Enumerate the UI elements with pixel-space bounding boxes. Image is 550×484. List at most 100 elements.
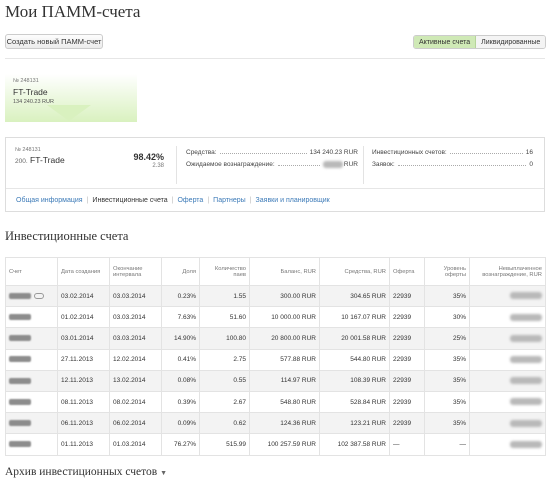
cell-created: 27.11.2013 xyxy=(57,348,110,371)
cell-end: 06.02.2014 xyxy=(109,412,162,435)
col-account[interactable]: Счет xyxy=(5,257,58,286)
cell-units: 100.80 xyxy=(199,327,250,350)
blurred-reward xyxy=(510,398,542,406)
table-row[interactable]: 06.11.2013 06.02.2014 0.09% 0.62 124.36 … xyxy=(5,412,546,435)
blurred-reward xyxy=(510,377,542,385)
dotted-leader xyxy=(397,165,527,166)
page-title: Мои ПАММ-счета xyxy=(5,2,141,21)
col-unpaid-reward[interactable]: Невыплаченное вознаграждение, RUR xyxy=(469,257,546,286)
link-icon xyxy=(34,292,44,299)
col-created[interactable]: Дата создания xyxy=(57,257,110,286)
cell-share: 0.09% xyxy=(161,412,200,435)
cell-share: 14.90% xyxy=(161,327,200,350)
blurred-account-name xyxy=(9,377,31,384)
blurred-account-name xyxy=(9,314,31,321)
cell-offer: — xyxy=(389,433,425,456)
cell-offer-level: 35% xyxy=(424,284,470,308)
cell-funds: 528.84 RUR xyxy=(319,390,390,414)
cell-funds: 108.39 RUR xyxy=(319,369,390,392)
cell-end: 08.02.2014 xyxy=(109,390,162,414)
cell-offer-level: 35% xyxy=(424,390,470,414)
create-pamm-button[interactable]: Создать новый ПАММ-счет xyxy=(5,34,103,49)
cell-created: 03.02.2014 xyxy=(57,284,110,308)
table-row[interactable]: 03.01.2014 03.03.2014 14.90% 100.80 20 8… xyxy=(5,327,546,350)
table-row[interactable]: 03.02.2014 03.03.2014 0.23% 1.55 300.00 … xyxy=(5,284,546,308)
blurred-account-name xyxy=(9,356,31,363)
investment-accounts-label: Инвестиционных счетов: xyxy=(372,149,447,156)
panel-separator xyxy=(363,146,364,184)
panel-account-number: № 248131 xyxy=(15,147,41,153)
blurred-account-name xyxy=(9,398,31,405)
tab-investment-accounts[interactable]: Инвестиционные счета xyxy=(92,197,167,204)
cell-funds: 544.80 RUR xyxy=(319,348,390,371)
panel-sub-value: 2.38 xyxy=(152,163,164,169)
table-row[interactable]: 08.11.2013 08.02.2014 0.39% 2.67 548.80 … xyxy=(5,390,546,414)
table-row[interactable]: 12.11.2013 13.02.2014 0.08% 0.55 114.97 … xyxy=(5,369,546,392)
cell-offer: 22939 xyxy=(389,284,425,308)
investment-accounts-value: 16 xyxy=(525,149,533,156)
reward-value: RUR xyxy=(343,161,358,168)
cell-offer: 22939 xyxy=(389,327,425,350)
cell-units: 515.99 xyxy=(199,433,250,456)
col-interval-end[interactable]: Окончание интервала xyxy=(109,257,162,286)
dotted-leader xyxy=(449,153,523,154)
tab-general-info[interactable]: Общая информация xyxy=(16,197,83,204)
cell-share: 0.23% xyxy=(161,284,200,308)
cell-offer: 22939 xyxy=(389,348,425,371)
cell-units: 0.62 xyxy=(199,412,250,435)
card-account-name: FT-Trade xyxy=(13,87,48,97)
blurred-reward xyxy=(510,356,542,364)
col-offer-level[interactable]: Уровень оферты xyxy=(424,257,470,286)
section-title: Инвестиционные счета xyxy=(5,229,129,243)
cell-end: 12.02.2014 xyxy=(109,348,162,371)
blurred-account-name xyxy=(9,441,31,448)
table-row[interactable]: 27.11.2013 12.02.2014 0.41% 2.75 577.88 … xyxy=(5,348,546,371)
tab-partners[interactable]: Партнеры xyxy=(213,197,246,204)
cell-created: 08.11.2013 xyxy=(57,390,110,414)
table-row[interactable]: 01.11.2013 01.03.2014 76.27% 515.99 100 … xyxy=(5,433,546,456)
col-funds[interactable]: Средства, RUR xyxy=(319,257,390,286)
cell-units: 2.75 xyxy=(199,348,250,371)
cell-balance: 124.36 RUR xyxy=(249,412,320,435)
cell-created: 12.11.2013 xyxy=(57,369,110,392)
cell-offer-level: 25% xyxy=(424,327,470,350)
col-offer[interactable]: Оферта xyxy=(389,257,425,286)
blurred-account-name xyxy=(9,335,31,342)
cell-share: 76.27% xyxy=(161,433,200,456)
blurred-account-name xyxy=(9,420,31,426)
cell-units: 1.55 xyxy=(199,284,250,308)
table-row[interactable]: 01.02.2014 03.03.2014 7.63% 51.60 10 000… xyxy=(5,306,546,329)
cell-funds: 10 167.07 RUR xyxy=(319,306,390,329)
blurred-account-name xyxy=(9,292,31,299)
card-account-number: № 248131 xyxy=(13,78,39,84)
cell-created: 06.11.2013 xyxy=(57,412,110,435)
cell-balance: 100 257.59 RUR xyxy=(249,433,320,456)
tab-offer[interactable]: Оферта xyxy=(177,197,203,204)
cell-share: 7.63% xyxy=(161,306,200,329)
cell-balance: 577.88 RUR xyxy=(249,348,320,371)
cell-balance: 300.00 RUR xyxy=(249,284,320,308)
funds-value: 134 240.23 RUR xyxy=(309,149,358,156)
tab-active-accounts[interactable]: Активные счета xyxy=(414,36,477,48)
cell-end: 13.02.2014 xyxy=(109,369,162,392)
cell-share: 0.08% xyxy=(161,369,200,392)
reward-label: Ожидаемое вознаграждение: xyxy=(186,161,275,168)
cell-offer-level: 35% xyxy=(424,369,470,392)
cell-created: 01.11.2013 xyxy=(57,433,110,456)
col-balance[interactable]: Баланс, RUR xyxy=(249,257,320,286)
cell-units: 51.60 xyxy=(199,306,250,329)
cell-balance: 20 800.00 RUR xyxy=(249,327,320,350)
account-filter-toggle: Активные счета Ликвидированные xyxy=(413,35,547,49)
cell-offer: 22939 xyxy=(389,369,425,392)
cell-end: 03.03.2014 xyxy=(109,327,162,350)
dotted-leader xyxy=(219,153,307,154)
panel-separator xyxy=(176,146,177,184)
tab-liquidated-accounts[interactable]: Ликвидированные xyxy=(476,36,546,48)
col-units[interactable]: Количество паев xyxy=(199,257,250,286)
cell-funds: 102 387.58 RUR xyxy=(319,433,390,456)
archive-section-toggle[interactable]: Архив инвестиционных счетов ▼ xyxy=(5,466,167,478)
cell-share: 0.39% xyxy=(161,390,200,414)
blurred-reward xyxy=(510,292,542,300)
col-share[interactable]: Доля xyxy=(161,257,200,286)
tab-requests-scheduler[interactable]: Заявки и планировщик xyxy=(256,197,330,204)
